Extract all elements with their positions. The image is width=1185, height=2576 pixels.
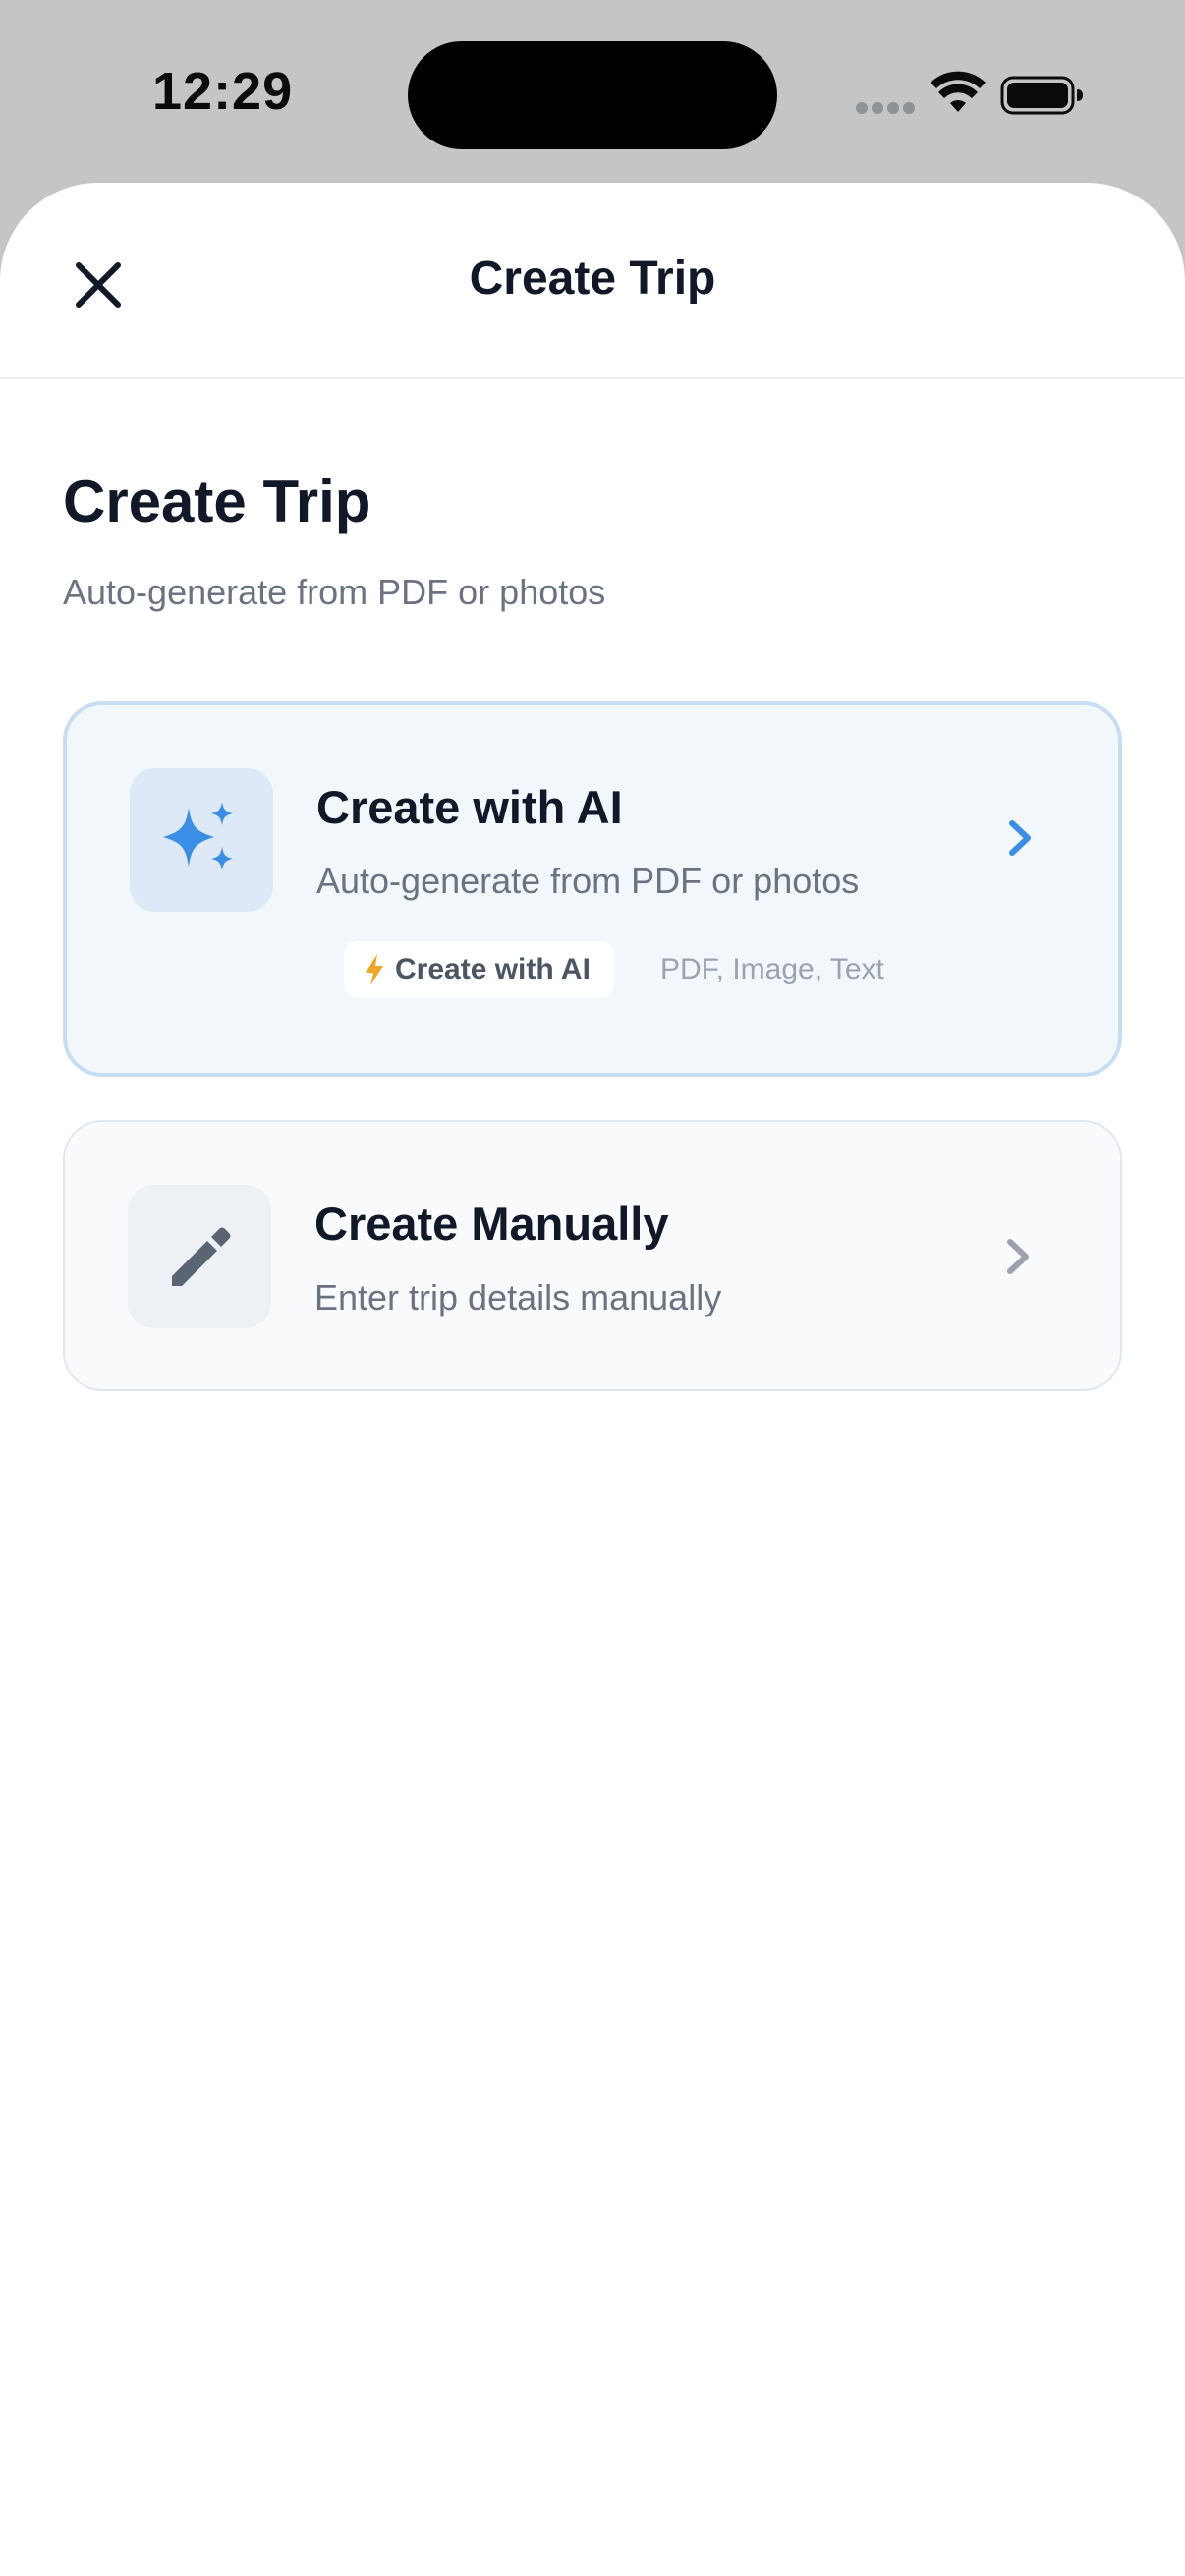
status-icons (792, 0, 1185, 187)
cellular-signal-icon (856, 102, 915, 116)
ai-badge: Create with AI (344, 941, 614, 998)
page-title: Create Trip (63, 469, 371, 534)
manual-card-title: Create Manually (314, 1198, 669, 1250)
page-subtitle: Auto-generate from PDF or photos (63, 572, 606, 612)
screen: 12:29 Create Trip Create Trip Auto-gener… (0, 0, 1185, 2576)
status-bar: 12:29 (0, 0, 1185, 187)
ai-badge-label: Create with AI (395, 953, 591, 985)
ai-icon-tile (130, 768, 273, 912)
ai-card-title: Create with AI (316, 781, 623, 833)
sheet-title: Create Trip (469, 252, 716, 305)
wifi-icon (931, 71, 986, 112)
ai-supported-formats: PDF, Image, Text (660, 953, 884, 985)
manual-card-description: Enter trip details manually (314, 1277, 722, 1317)
ai-card-description: Auto-generate from PDF or photos (316, 861, 860, 901)
create-manually-card[interactable]: Create Manually Enter trip details manua… (63, 1120, 1122, 1391)
manual-icon-tile (128, 1185, 271, 1328)
sparkles-icon (163, 802, 233, 870)
sheet-header: Create Trip (0, 183, 1185, 379)
battery-icon (1000, 76, 1083, 115)
status-time: 12:29 (152, 62, 294, 121)
dynamic-island (408, 41, 777, 149)
chevron-right-icon (998, 1232, 1038, 1281)
pencil-icon (172, 1227, 231, 1286)
lightning-icon (366, 954, 383, 985)
create-trip-sheet: Create Trip Create Trip Auto-generate fr… (0, 183, 1185, 2576)
create-with-ai-card[interactable]: Create with AI Auto-generate from PDF or… (63, 701, 1122, 1077)
chevron-right-icon (1000, 813, 1040, 863)
